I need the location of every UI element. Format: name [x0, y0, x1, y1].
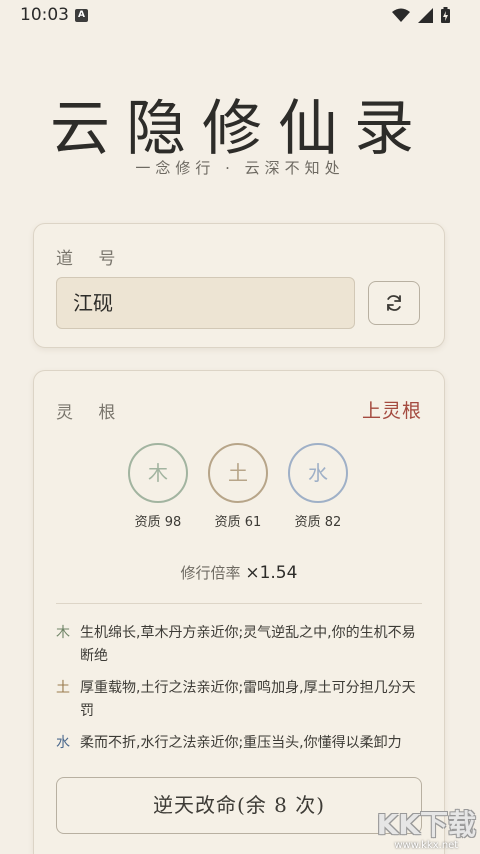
status-bar: 10:03 A [0, 0, 480, 32]
root-earth: 土 资质 61 [198, 443, 278, 530]
cultivation-multiplier: 修行倍率 ×1.54 [34, 562, 444, 583]
trait-earth-element: 土 [56, 680, 70, 696]
root-water: 水 资质 82 [278, 443, 358, 530]
root-water-aptitude: 资质 82 [294, 515, 342, 530]
name-input[interactable]: 江砚 [56, 277, 355, 329]
trait-water-text: 柔而不折,水行之法亲近你;重压当头,你懂得以柔卸力 [80, 735, 402, 751]
multiplier-value: ×1.54 [245, 563, 298, 583]
trait-wood-text: 生机绵长,草木丹方亲近你;灵气逆乱之中,你的生机不易断绝 [80, 625, 416, 664]
root-wood-aptitude: 资质 98 [134, 515, 182, 530]
refresh-icon [387, 295, 401, 311]
spirit-root-label: 灵 根 [56, 403, 126, 423]
root-water-circle: 水 [288, 443, 348, 503]
root-wood-circle: 木 [128, 443, 188, 503]
trait-earth-text: 厚重载物,土行之法亲近你;雷鸣加身,厚土可分担几分天罚 [80, 680, 416, 719]
watermark-url: www.kkx.net [394, 840, 459, 851]
spirit-root-card: 灵 根 上灵根 木 资质 98 土 资质 61 水 资质 82 修行倍率 ×1.… [33, 370, 445, 854]
trait-earth: 土 厚重载物,土行之法亲近你;雷鸣加身,厚土可分担几分天罚 [56, 677, 422, 723]
signal-icon [418, 7, 433, 23]
trait-wood-element: 木 [56, 625, 70, 641]
watermark-logo: KK下载 [376, 808, 476, 841]
name-label: 道 号 [56, 249, 126, 269]
status-time: 10:03 [20, 5, 69, 25]
wifi-icon [392, 8, 410, 22]
battery-charging-icon [441, 7, 450, 23]
divider [56, 603, 422, 604]
app-subtitle: 一念修行 · 云深不知处 [135, 159, 345, 177]
multiplier-label: 修行倍率 [180, 564, 241, 582]
name-card: 道 号 江砚 [33, 223, 445, 348]
root-earth-aptitude: 资质 61 [214, 515, 262, 530]
defy-fate-button[interactable]: 逆天改命(余 8 次) [56, 777, 422, 834]
root-wood: 木 资质 98 [118, 443, 198, 530]
trait-wood: 木 生机绵长,草木丹方亲近你;灵气逆乱之中,你的生机不易断绝 [56, 622, 422, 668]
status-icons [392, 7, 450, 23]
refresh-name-button[interactable] [368, 281, 420, 325]
trait-water: 水 柔而不折,水行之法亲近你;重压当头,你懂得以柔卸力 [56, 732, 422, 755]
root-earth-circle: 土 [208, 443, 268, 503]
app-title: 云隐修仙录 [50, 94, 430, 164]
trait-water-element: 水 [56, 735, 70, 751]
root-grade: 上灵根 [361, 400, 422, 422]
watermark: KK下载 www.kkx.net [376, 808, 476, 852]
notification-badge-icon: A [75, 9, 88, 22]
